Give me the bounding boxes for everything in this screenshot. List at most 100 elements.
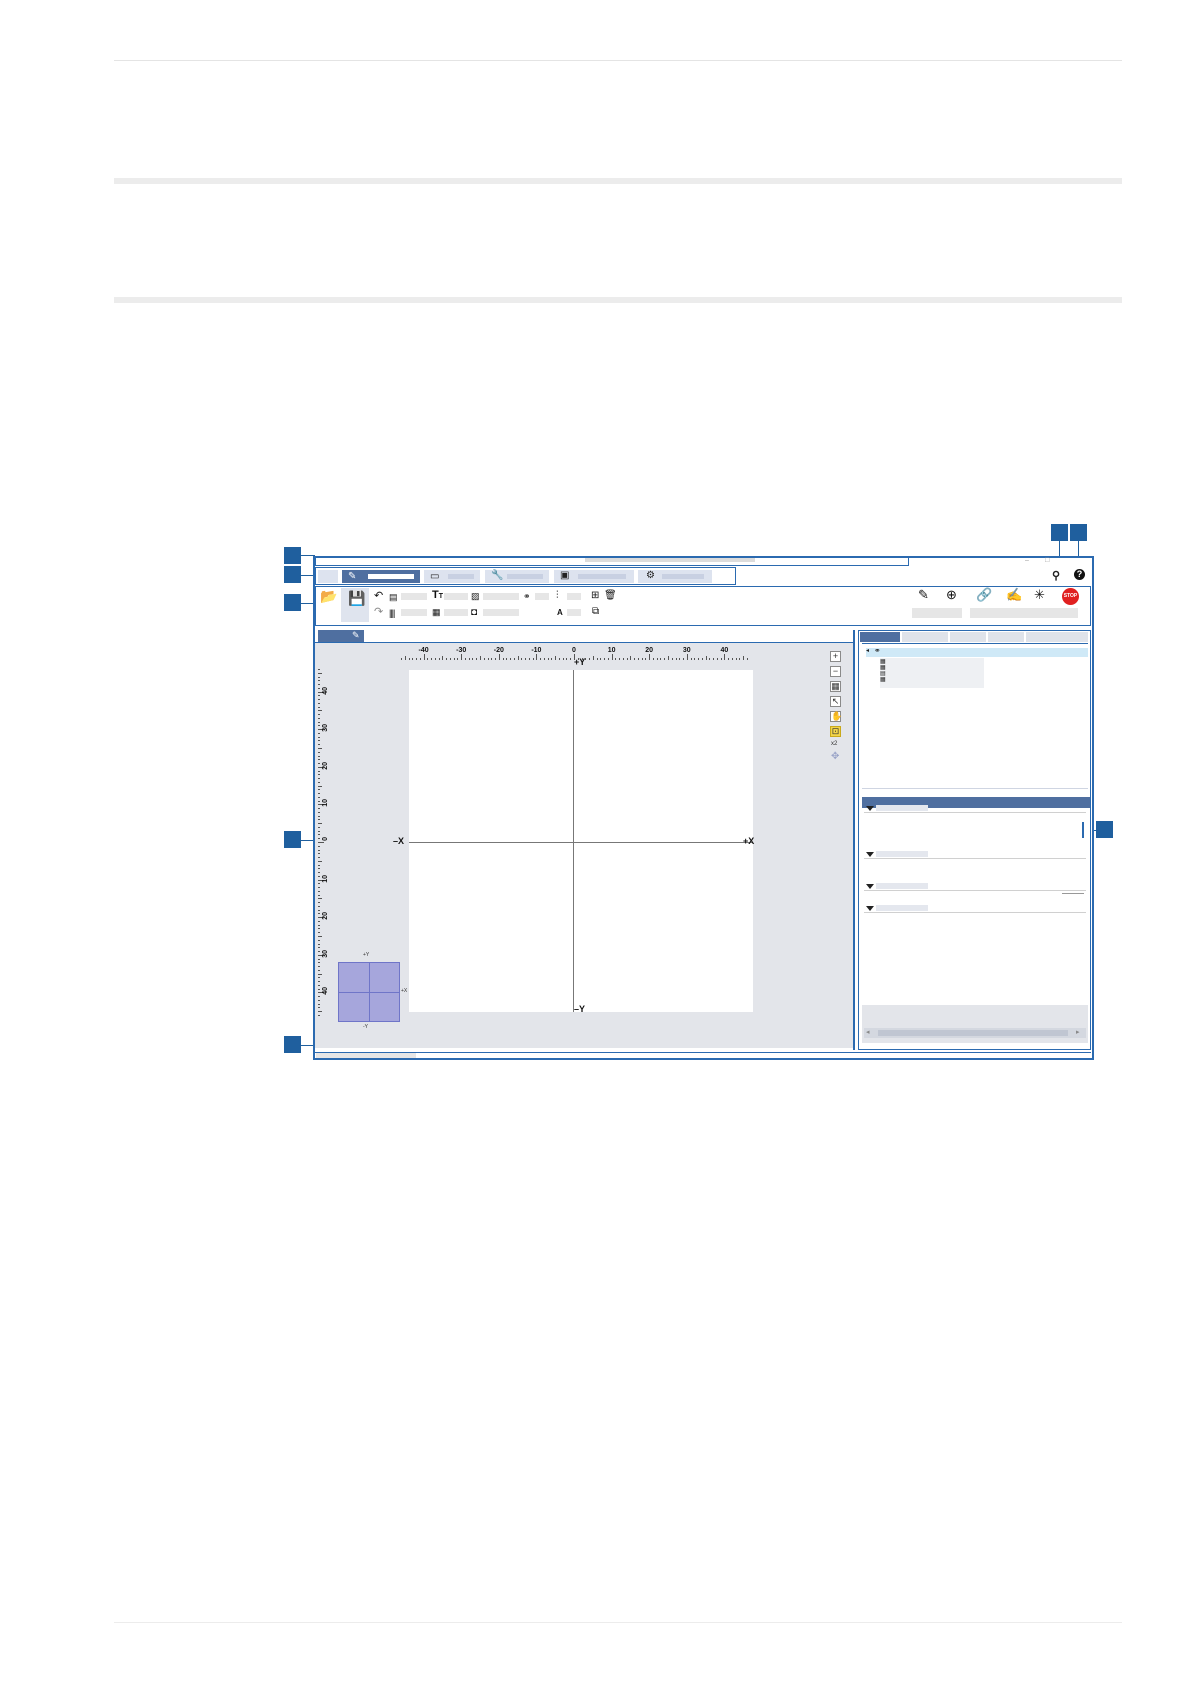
zoom-level: x2 — [831, 741, 838, 747]
panel-tab[interactable] — [1026, 632, 1088, 642]
ruler-tick — [318, 973, 322, 975]
select-tool-button[interactable]: ↖ — [830, 696, 841, 707]
page-footer-rule — [114, 1622, 1122, 1623]
ruler-tick — [318, 680, 320, 682]
tree-divider[interactable] — [862, 788, 1088, 789]
callout-marker-help — [1070, 524, 1087, 541]
collapse-icon[interactable] — [866, 884, 874, 889]
wrench-icon: 🔧 — [491, 570, 504, 581]
ruler-tick — [540, 658, 542, 660]
panel-tab[interactable] — [902, 632, 948, 642]
collapse-icon[interactable] — [866, 806, 874, 811]
tab-jobs[interactable]: ▣ — [554, 570, 634, 583]
snap-tool-button[interactable]: ⊡ — [830, 726, 841, 737]
ruler-tick — [318, 943, 320, 945]
ruler-tick — [318, 894, 320, 896]
ruler-tick — [547, 658, 549, 660]
align-icon[interactable]: ⫶ — [556, 590, 559, 601]
ruler-tick — [318, 736, 320, 738]
text-box-icon[interactable]: ▤ — [389, 592, 398, 603]
ruler-number: 30 — [322, 724, 329, 732]
collapse-icon[interactable] — [866, 906, 874, 911]
ruler-tick — [645, 658, 647, 660]
object-tree-root[interactable]: ◂ ⚭ — [866, 646, 1088, 657]
panel-tab-objects[interactable] — [860, 632, 900, 642]
object-tree-children: ▦ ▦ ▤ ▦ — [880, 658, 984, 688]
maximize-icon[interactable]: □ — [1045, 557, 1049, 564]
image-icon[interactable]: ▨ — [471, 591, 480, 602]
pan-tool-button[interactable]: ✋ — [830, 711, 842, 722]
panel-splitter[interactable] — [853, 630, 855, 1050]
move-icon[interactable]: ✥ — [831, 751, 839, 762]
font-size-icon[interactable]: TT — [432, 590, 443, 602]
panel-tab[interactable] — [988, 632, 1024, 642]
open-folder-icon[interactable]: 📂 — [320, 589, 337, 603]
redo-icon[interactable]: ↷ — [374, 607, 383, 618]
group-icon[interactable]: ⧉ — [592, 606, 599, 617]
delete-icon[interactable]: 🗑 — [604, 590, 617, 601]
design-canvas[interactable] — [409, 670, 753, 1012]
ribbon-label — [483, 609, 519, 616]
ruler-tick — [438, 658, 440, 660]
collapse-icon[interactable] — [866, 852, 874, 857]
ruler-tick — [318, 984, 320, 986]
sparkle-icon[interactable]: ✳ — [1034, 588, 1045, 601]
ribbon-label — [483, 593, 519, 600]
link-objects-icon[interactable]: ⚭ — [523, 591, 531, 602]
qr-code-icon[interactable]: ▦ — [432, 607, 441, 618]
scroll-left-icon[interactable]: ◂ — [866, 1028, 870, 1036]
ruler-tick — [690, 658, 692, 660]
help-icon[interactable]: ? — [1074, 569, 1085, 580]
scroll-right-icon[interactable]: ▸ — [1076, 1028, 1080, 1036]
tab-design[interactable]: ✎ — [342, 570, 420, 583]
note-icon[interactable]: ✍ — [1006, 588, 1022, 601]
ruler-tick — [683, 658, 685, 660]
stop-button[interactable]: STOP — [1062, 588, 1079, 605]
panel-tab[interactable] — [950, 632, 986, 642]
horizontal-scrollbar[interactable]: ◂ ▸ — [864, 1028, 1086, 1038]
font-icon[interactable]: A — [557, 607, 563, 618]
scroll-thumb[interactable] — [878, 1030, 1068, 1036]
user-icon[interactable]: ⚲ — [1052, 569, 1060, 582]
target-icon[interactable]: ⊕ — [946, 588, 957, 601]
save-button[interactable]: 💾 — [341, 588, 369, 622]
ruler-tick — [318, 838, 320, 840]
ruler-tick — [619, 658, 621, 660]
ruler-tick — [709, 658, 711, 660]
transform-icon[interactable]: ⊞ — [591, 590, 599, 601]
barcode-icon[interactable]: |||| — [389, 608, 395, 619]
tab-display[interactable]: ▭ — [424, 570, 480, 583]
grid-toggle-button[interactable]: ▦ — [830, 681, 841, 692]
zoom-out-button[interactable]: − — [830, 666, 841, 677]
ruler-tick — [731, 658, 733, 660]
tab-tools[interactable]: 🔧 — [485, 570, 549, 583]
tab-settings[interactable]: ⚙ — [638, 570, 712, 583]
ruler-tick — [637, 658, 639, 660]
ruler-tick — [318, 909, 320, 911]
ruler-tick — [495, 658, 497, 660]
minimap[interactable] — [338, 962, 400, 1022]
ruler-tick — [724, 654, 726, 660]
document-tab[interactable]: ✎ — [318, 630, 364, 642]
ruler-tick — [318, 785, 322, 787]
ruler-tick — [679, 658, 681, 660]
edit-document-icon[interactable]: ✎ — [918, 588, 929, 601]
ruler-tick — [431, 658, 433, 660]
shape-icon[interactable]: ◘ — [471, 607, 477, 618]
ruler-tick — [641, 658, 643, 660]
minimize-icon[interactable]: – — [1025, 557, 1029, 564]
link-icon[interactable]: 🔗 — [976, 588, 992, 601]
ruler-tick — [318, 920, 320, 922]
section-divider — [864, 890, 1086, 891]
tab-file[interactable] — [318, 570, 338, 583]
ribbon-label — [401, 609, 427, 616]
field-underline[interactable] — [1062, 893, 1084, 894]
ruler-tick — [401, 658, 403, 660]
zoom-in-button[interactable]: + — [830, 651, 841, 662]
ruler-tick — [713, 658, 715, 660]
ruler-tick — [318, 732, 320, 734]
scroll-thumb[interactable] — [1082, 822, 1084, 838]
undo-icon[interactable]: ↶ — [374, 591, 383, 602]
ruler-tick — [720, 658, 722, 660]
ruler-number: 20 — [322, 761, 329, 770]
